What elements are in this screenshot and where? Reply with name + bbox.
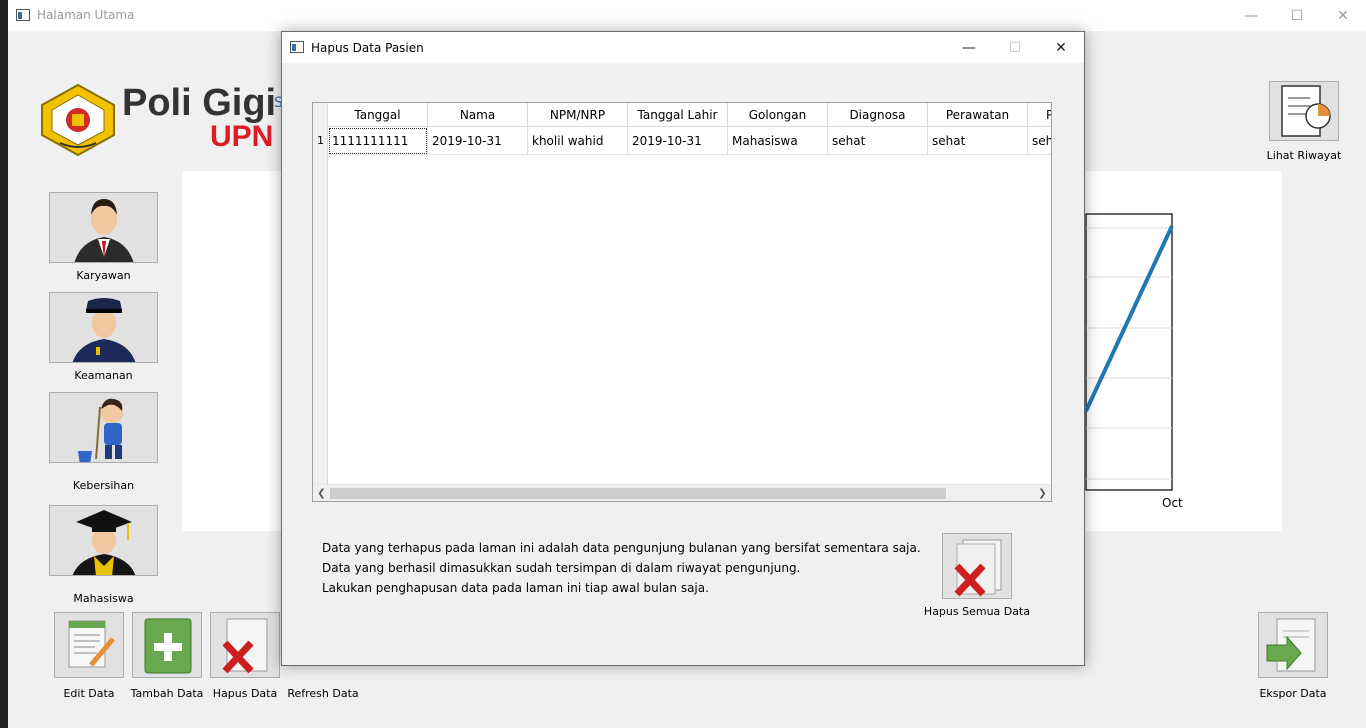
info-line: Lakukan penghapusan data pada laman ini … [322, 581, 709, 595]
column-header[interactable]: Tanggal Lahir [628, 103, 728, 127]
sidebar-item-kebersihan[interactable] [49, 392, 158, 463]
table-cell[interactable]: Mahasiswa [728, 127, 828, 155]
app-window-icon [16, 9, 30, 21]
edit-document-icon [68, 620, 115, 668]
row-number[interactable]: 1 [313, 127, 328, 155]
column-header[interactable]: NPM/NRP [528, 103, 628, 127]
main-window-title: Halaman Utama [37, 8, 135, 22]
minimize-icon[interactable]: — [1228, 0, 1274, 31]
sidebar-label-karyawan: Karyawan [76, 269, 131, 282]
brand-subtitle: UPN [210, 120, 274, 153]
university-logo [41, 83, 115, 157]
sidebar-label-kebersihan: Kebersihan [72, 479, 135, 492]
hapus-data-label: Hapus Data [212, 687, 278, 700]
table-cell[interactable]: 2019-10-31 [628, 127, 728, 155]
security-guard-icon [72, 298, 136, 362]
history-report-icon [1281, 85, 1331, 137]
maximize-icon[interactable]: ☐ [1274, 0, 1320, 31]
employee-icon [74, 199, 134, 262]
column-header[interactable]: Diagnosa [828, 103, 928, 127]
horizontal-scrollbar[interactable]: ❮ ❯ [313, 484, 1051, 501]
ekspor-data-label: Ekspor Data [1259, 687, 1327, 700]
hapus-data-button[interactable] [210, 612, 280, 678]
hapus-semua-data-button[interactable] [942, 533, 1012, 599]
table-cell[interactable]: kholil wahid [528, 127, 628, 155]
dialog-titlebar: Hapus Data Pasien — ☐ ✕ [282, 32, 1084, 63]
row-header-column [313, 103, 328, 501]
x-tick-label: Oct [1162, 496, 1183, 510]
column-header[interactable]: Golongan [728, 103, 828, 127]
sidebar-item-mahasiswa[interactable] [49, 505, 158, 576]
export-document-icon [1266, 618, 1316, 672]
hapus-semua-data-label: Hapus Semua Data [923, 605, 1031, 618]
lihat-riwayat-button[interactable] [1269, 81, 1339, 141]
tambah-data-label: Tambah Data [130, 687, 204, 700]
edit-data-label: Edit Data [63, 687, 115, 700]
minimize-icon[interactable]: — [946, 32, 992, 63]
sidebar-item-karyawan[interactable] [49, 192, 158, 263]
janitor-icon [78, 398, 123, 462]
sidebar-label-mahasiswa: Mahasiswa [73, 592, 134, 605]
graduate-icon [72, 510, 136, 575]
scroll-left-icon[interactable]: ❮ [313, 485, 330, 501]
lihat-riwayat-label: Lihat Riwayat [1266, 149, 1342, 162]
info-line: Data yang terhapus pada laman ini adalah… [322, 541, 921, 555]
close-icon[interactable]: ✕ [1320, 0, 1366, 31]
refresh-data-label: Refresh Data [287, 687, 359, 700]
info-line: Data yang berhasil dimasukkan sudah ters… [322, 561, 801, 575]
table-cell[interactable]: 2019-10-31 [428, 127, 528, 155]
hapus-data-dialog: Hapus Data Pasien — ☐ ✕ Tanggal Nama NPM… [281, 31, 1085, 666]
patient-table[interactable]: Tanggal Nama NPM/NRP Tanggal Lahir Golon… [312, 102, 1052, 502]
delete-document-icon [222, 618, 268, 674]
dialog-title: Hapus Data Pasien [311, 41, 424, 55]
close-icon[interactable]: ✕ [1038, 32, 1084, 63]
sidebar-item-keamanan[interactable] [49, 292, 158, 363]
scroll-right-icon[interactable]: ❯ [1034, 485, 1051, 501]
table-cell[interactable]: sehat [928, 127, 1028, 155]
dialog-window-icon [290, 41, 304, 53]
ekspor-data-button[interactable] [1258, 612, 1328, 678]
table-cell[interactable]: 1111111111 [328, 127, 428, 155]
main-titlebar: Halaman Utama — ☐ ✕ [8, 0, 1366, 31]
maximize-icon[interactable]: ☐ [992, 32, 1038, 63]
tambah-data-button[interactable] [132, 612, 202, 678]
table-cell[interactable]: seha [1028, 127, 1051, 155]
sidebar-label-keamanan: Keamanan [74, 369, 133, 382]
column-header[interactable]: Nama [428, 103, 528, 127]
column-header[interactable]: Perawatan [928, 103, 1028, 127]
scrollbar-thumb[interactable] [330, 488, 946, 499]
column-header[interactable]: Tanggal [328, 103, 428, 127]
column-header[interactable]: P [1028, 103, 1051, 127]
add-document-icon [144, 618, 192, 674]
delete-all-icon [954, 539, 1002, 597]
table-cell[interactable]: sehat [828, 127, 928, 155]
edit-data-button[interactable] [54, 612, 124, 678]
brand-title: Poli Gigi [122, 82, 277, 124]
